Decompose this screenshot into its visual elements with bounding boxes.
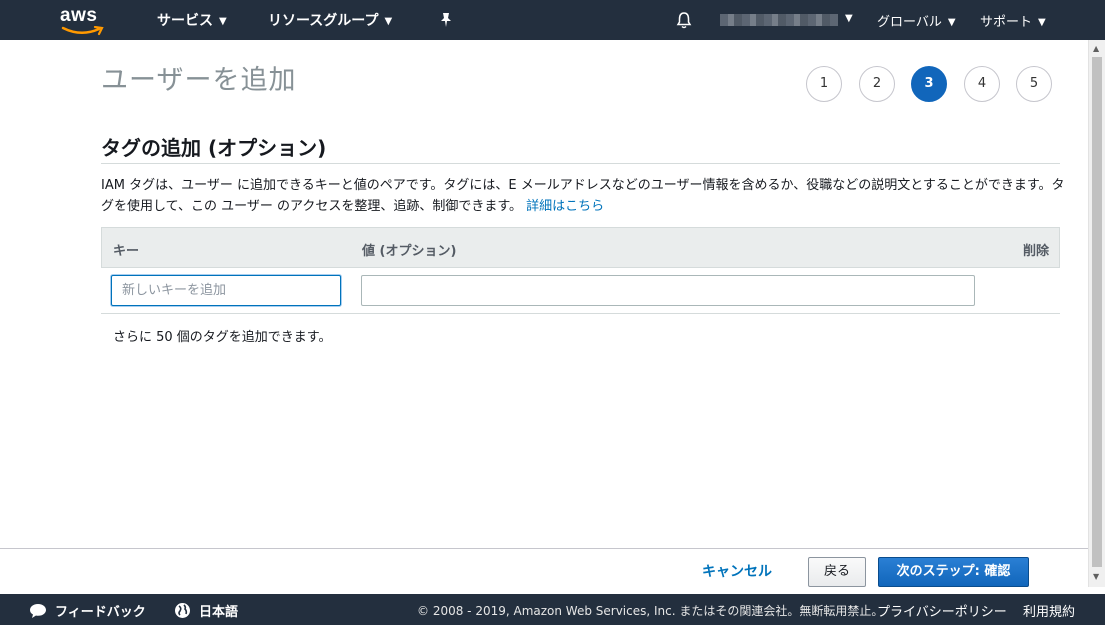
chevron-down-icon[interactable]: ▼ [845, 13, 853, 24]
support-label: サポート [980, 15, 1033, 30]
aws-logo-text: aws [60, 5, 98, 26]
section-divider [101, 163, 1060, 164]
aws-logo[interactable]: aws [60, 5, 106, 36]
wizard-action-bar: キャンセル 戻る 次のステップ: 確認 [0, 548, 1088, 594]
resource-groups-menu[interactable]: リソースグループ ▼ [268, 10, 392, 30]
chevron-down-icon: ▼ [384, 16, 393, 27]
speech-bubble-icon [30, 604, 46, 618]
chevron-down-icon: ▼ [947, 17, 956, 28]
key-column-header: キー [113, 244, 140, 259]
language-label: 日本語 [199, 605, 239, 620]
tags-description: IAM タグは、ユーザー に追加できるキーと値のペアです。タグには、E メールア… [101, 175, 1066, 217]
step-4[interactable]: 4 [964, 66, 1000, 102]
resource-groups-label: リソースグループ [268, 13, 379, 29]
table-row [101, 268, 1060, 314]
scroll-up-arrow-icon[interactable]: ▲ [1093, 44, 1099, 53]
aws-smile-icon [61, 26, 104, 36]
terms-link[interactable]: 利用規約 [1023, 601, 1075, 620]
bell-icon[interactable] [676, 11, 692, 29]
step-5[interactable]: 5 [1016, 66, 1052, 102]
copyright-text: © 2008 - 2019, Amazon Web Services, Inc.… [417, 604, 884, 618]
value-column-header: 値 (オプション) [362, 244, 457, 259]
scroll-down-arrow-icon[interactable]: ▼ [1093, 572, 1099, 581]
feedback-label: フィードバック [55, 605, 146, 620]
feedback-link[interactable]: フィードバック [29, 601, 146, 620]
page-title: ユーザーを追加 [101, 65, 297, 96]
footer: フィードバック 日本語 © 2008 - 2019, Amazon Web Se… [0, 594, 1105, 625]
delete-column-header: 削除 [1022, 244, 1049, 259]
privacy-policy-link[interactable]: プライバシーポリシー [877, 601, 1007, 620]
step-3-active[interactable]: 3 [911, 66, 947, 102]
region-menu[interactable]: グローバル ▼ [877, 11, 956, 30]
account-menu-blurred[interactable] [720, 14, 838, 26]
next-step-button[interactable]: 次のステップ: 確認 [878, 557, 1029, 587]
services-menu[interactable]: サービス ▼ [157, 10, 227, 30]
vertical-scrollbar[interactable]: ▲ ▼ [1088, 40, 1105, 587]
language-selector[interactable]: 日本語 [174, 601, 238, 620]
remaining-tags-text: さらに 50 個のタグを追加できます。 [113, 330, 332, 345]
support-menu[interactable]: サポート ▼ [980, 11, 1046, 30]
globe-icon [175, 603, 190, 618]
chevron-down-icon: ▼ [219, 16, 227, 27]
tags-table-header: キー 値 (オプション) 削除 [101, 227, 1060, 268]
cancel-button[interactable]: キャンセル [702, 561, 772, 581]
tag-key-input[interactable] [111, 275, 341, 306]
services-label: サービス [157, 13, 213, 29]
top-nav: aws サービス ▼ リソースグループ ▼ ▼ グローバル ▼ サポート ▼ [0, 0, 1105, 40]
tag-value-input[interactable] [361, 275, 975, 306]
step-2[interactable]: 2 [859, 66, 895, 102]
scrollbar-thumb[interactable] [1092, 57, 1102, 567]
main-content: ユーザーを追加 1 2 3 4 5 タグの追加 (オプション) IAM タグは、… [0, 40, 1088, 548]
learn-more-link[interactable]: 詳細はこちら [526, 199, 604, 214]
region-label: グローバル [877, 15, 942, 30]
chevron-down-icon: ▼ [1038, 17, 1046, 28]
section-title: タグの追加 (オプション) [101, 136, 327, 160]
pin-icon[interactable] [439, 12, 453, 28]
back-button[interactable]: 戻る [808, 557, 866, 587]
step-1[interactable]: 1 [806, 66, 842, 102]
